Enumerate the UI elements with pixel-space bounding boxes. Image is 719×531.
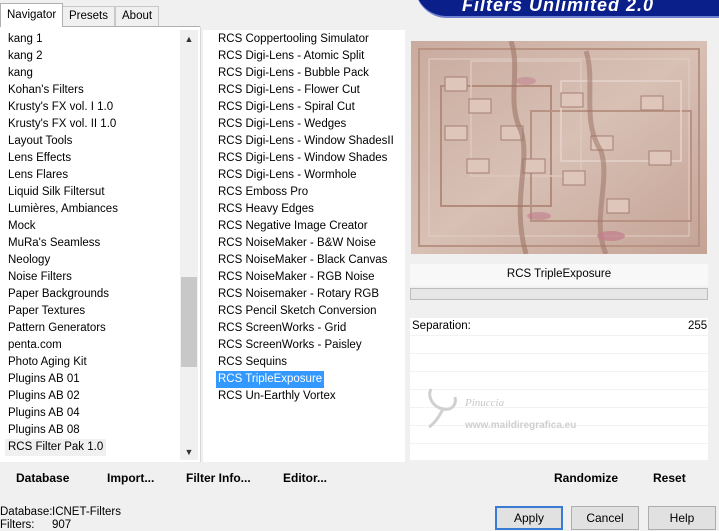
category-item[interactable]: Plugins AB 01 [8, 371, 80, 388]
apply-button[interactable]: Apply [495, 506, 563, 530]
category-item[interactable]: Lens Effects [8, 150, 71, 167]
filter-item[interactable]: RCS Noisemaker - Rotary RGB [216, 286, 381, 303]
tab-presets[interactable]: Presets [62, 6, 115, 26]
category-item[interactable]: Layout Tools [8, 133, 72, 150]
category-item[interactable]: kang 2 [8, 48, 43, 65]
filter-item[interactable]: RCS ScreenWorks - Paisley [216, 337, 364, 354]
preview-image [411, 41, 707, 254]
database-value: ICNET-Filters [52, 506, 121, 518]
database-label: Database: [0, 506, 53, 518]
category-item[interactable]: penta.com [8, 337, 62, 354]
category-scrollbar[interactable] [180, 30, 198, 460]
watermark-url: www.maildiregrafica.eu [464, 420, 576, 431]
filter-info-button[interactable]: Filter Info... [186, 470, 251, 486]
filter-item[interactable]: RCS Digi-Lens - Wedges [216, 116, 348, 133]
category-item[interactable]: Mock [8, 218, 35, 235]
separation-value[interactable]: 255 [688, 320, 707, 332]
filter-item[interactable]: RCS NoiseMaker - B&W Noise [216, 235, 378, 252]
filter-item[interactable]: RCS Emboss Pro [216, 184, 310, 201]
category-item[interactable]: Lumières, Ambiances [8, 201, 118, 218]
param-row-empty [410, 354, 708, 372]
filters-count-value: 907 [52, 519, 72, 531]
filter-list[interactable]: RCS Coppertooling Simulator RCS Digi-Lens… [203, 30, 405, 462]
category-item[interactable]: RCS Filter Pak 1.0 [5, 439, 107, 456]
filter-item[interactable]: RCS Negative Image Creator [216, 218, 370, 235]
filter-item[interactable]: RCS NoiseMaker - Black Canvas [216, 252, 389, 269]
import-button[interactable]: Import... [107, 470, 154, 486]
param-row-empty [410, 336, 708, 354]
filter-item[interactable]: RCS Sequins [216, 354, 289, 371]
filter-item[interactable]: RCS ScreenWorks - Grid [216, 320, 348, 337]
category-item[interactable]: Plugins AB 04 [8, 405, 80, 422]
category-item[interactable]: kang [8, 65, 33, 82]
scroll-down-icon[interactable]: ▼ [181, 444, 197, 460]
tab-about[interactable]: About [115, 6, 160, 26]
database-button[interactable]: Database [16, 470, 69, 486]
filter-item[interactable]: RCS Digi-Lens - Window Shades [216, 150, 389, 167]
category-item[interactable]: Lens Flares [8, 167, 68, 184]
category-item[interactable]: Pattern Generators [8, 320, 106, 337]
category-item[interactable]: Krusty's FX vol. I 1.0 [8, 99, 113, 116]
separation-label: Separation: [412, 320, 471, 332]
filter-item[interactable]: RCS Un-Earthly Vortex [216, 388, 338, 405]
category-item[interactable]: Noise Filters [8, 269, 72, 286]
filter-item[interactable]: RCS Digi-Lens - Window ShadesII [216, 133, 396, 150]
category-list[interactable]: kang 1 kang 2 kang Kohan's Filters Krusty's … [0, 27, 201, 462]
watermark-logo: Pinuccia www.maildiregrafica.eu [425, 383, 615, 433]
filter-item[interactable]: RCS Digi-Lens - Flower Cut [216, 82, 362, 99]
filter-item[interactable]: RCS NoiseMaker - RGB Noise [216, 269, 377, 286]
editor-button[interactable]: Editor... [283, 470, 327, 486]
current-filter-name: RCS TripleExposure [506, 268, 612, 280]
filter-item[interactable]: RCS Digi-Lens - Atomic Split [216, 48, 366, 65]
watermark-name: Pinuccia [464, 397, 505, 409]
category-item[interactable]: Plugins AB 08 [8, 422, 80, 439]
filter-item[interactable]: RCS Heavy Edges [216, 201, 316, 218]
tab-navigator[interactable]: Navigator [0, 3, 64, 27]
filter-item[interactable]: RCS Pencil Sketch Conversion [216, 303, 379, 320]
category-item[interactable]: Photo Aging Kit [8, 354, 87, 371]
category-item[interactable]: kang 1 [8, 31, 43, 48]
filter-item[interactable]: RCS Coppertooling Simulator [216, 31, 371, 48]
app-title: Filters Unlimited 2.0 [462, 0, 655, 15]
category-item[interactable]: Plugins AB 02 [8, 388, 80, 405]
reset-button[interactable]: Reset [653, 470, 686, 486]
filter-item[interactable]: RCS Digi-Lens - Spiral Cut [216, 99, 357, 116]
category-item[interactable]: MuRa's Seamless [8, 235, 100, 252]
category-item[interactable]: Neology [8, 252, 50, 269]
filter-item[interactable]: RCS Digi-Lens - Wormhole [216, 167, 358, 184]
scroll-up-icon[interactable]: ▲ [181, 31, 197, 47]
param-row-empty [410, 444, 708, 462]
help-button[interactable]: Help [648, 506, 716, 530]
randomize-button[interactable]: Randomize [554, 470, 618, 486]
progress-bar [410, 288, 708, 300]
filters-count-label: Filters: [0, 519, 35, 531]
cancel-button[interactable]: Cancel [571, 506, 639, 530]
category-item[interactable]: Paper Backgrounds [8, 286, 109, 303]
category-item[interactable]: Liquid Silk Filtersut [8, 184, 105, 201]
filter-item[interactable]: RCS TripleExposure [216, 371, 325, 388]
category-item[interactable]: Krusty's FX vol. II 1.0 [8, 116, 116, 133]
scrollbar-thumb[interactable] [181, 277, 197, 367]
category-item[interactable]: Paper Textures [8, 303, 85, 320]
category-item[interactable]: Kohan's Filters [8, 82, 84, 99]
filter-item[interactable]: RCS Digi-Lens - Bubble Pack [216, 65, 371, 82]
